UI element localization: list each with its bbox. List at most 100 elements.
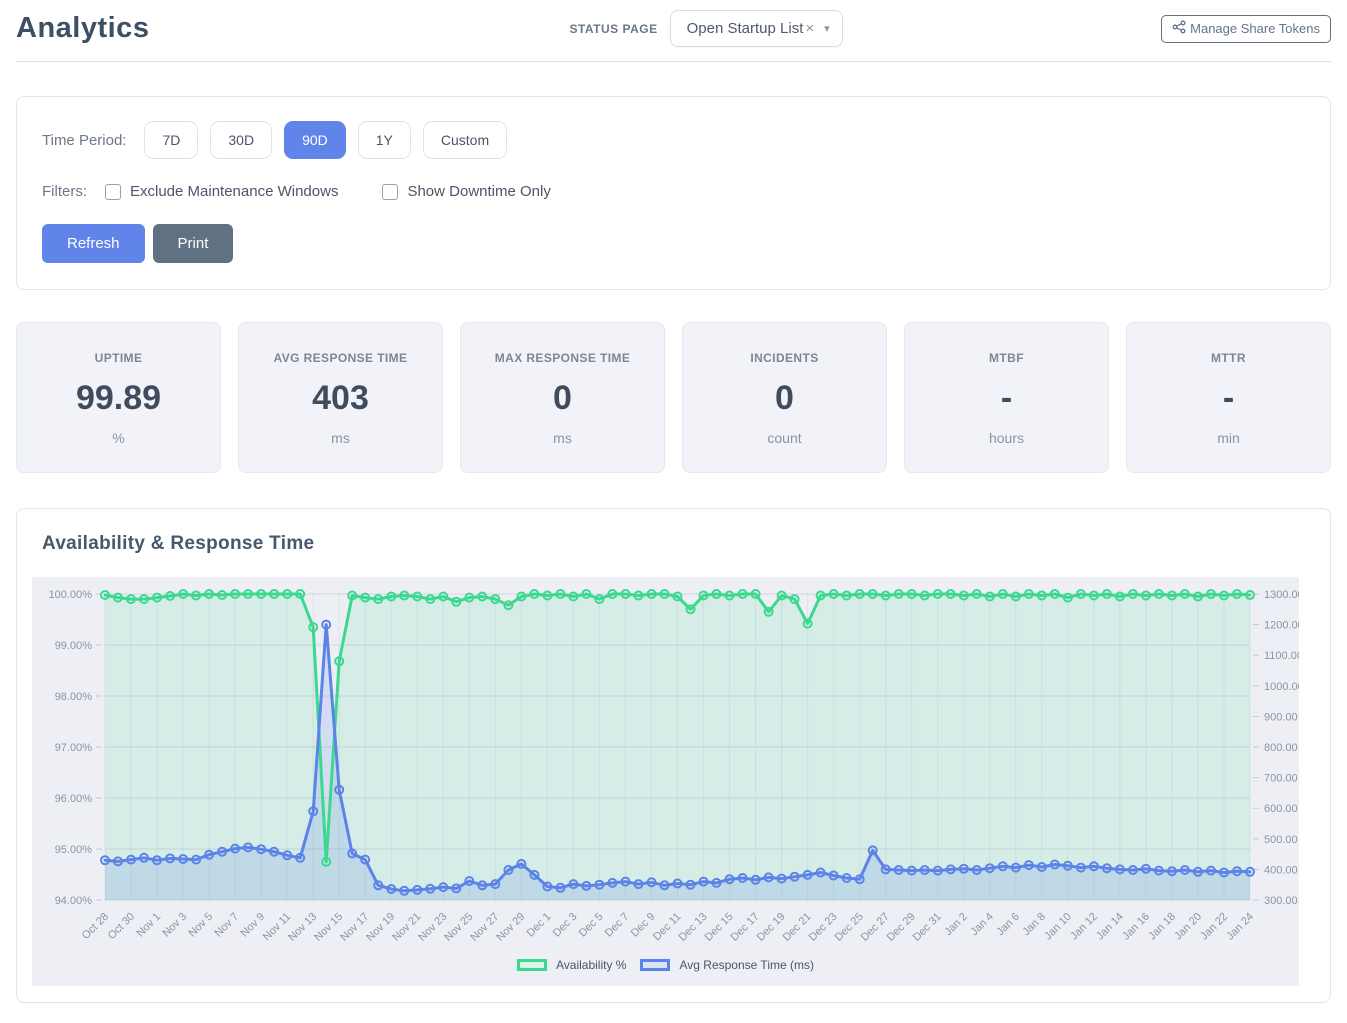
svg-text:Nov 29: Nov 29 — [494, 911, 527, 944]
exclude-maintenance-checkbox[interactable] — [105, 184, 121, 200]
svg-text:94.00%: 94.00% — [55, 895, 93, 907]
filters-row: Filters: Exclude Maintenance Windows Sho… — [42, 183, 1305, 200]
svg-text:900.00: 900.00 — [1264, 711, 1298, 723]
stat-label: MAX RESPONSE TIME — [469, 351, 656, 365]
chevron-down-icon[interactable]: ▾ — [824, 22, 830, 35]
svg-text:1000.00: 1000.00 — [1264, 681, 1299, 693]
stat-label: INCIDENTS — [691, 351, 878, 365]
svg-text:600.00: 600.00 — [1264, 803, 1298, 815]
legend-label: Availability % — [556, 958, 626, 972]
stat-label: MTTR — [1135, 351, 1322, 365]
svg-text:1100.00: 1100.00 — [1264, 650, 1299, 662]
stat-unit: % — [25, 430, 212, 446]
share-icon — [1172, 20, 1186, 37]
svg-text:Jan 4: Jan 4 — [968, 911, 996, 939]
svg-text:Dec 3: Dec 3 — [551, 911, 580, 940]
svg-text:1200.00: 1200.00 — [1264, 620, 1299, 632]
svg-text:Dec 31: Dec 31 — [911, 911, 944, 944]
availability-swatch-icon — [517, 959, 547, 971]
stat-value: 403 — [247, 379, 434, 418]
status-page-selected-value: Open Startup List — [687, 20, 804, 37]
stat-card-mtbf: MTBF - hours — [904, 322, 1109, 473]
svg-text:Nov 3: Nov 3 — [160, 911, 189, 940]
status-page-select[interactable]: Open Startup List × ▾ — [670, 10, 843, 47]
legend-item-availability[interactable]: Availability % — [517, 958, 626, 972]
svg-text:Dec 7: Dec 7 — [603, 911, 632, 940]
period-1y-button[interactable]: 1Y — [358, 121, 411, 159]
svg-text:Jan 2: Jan 2 — [942, 911, 970, 939]
stat-unit: ms — [469, 430, 656, 446]
stat-label: UPTIME — [25, 351, 212, 365]
stat-card-uptime: UPTIME 99.89 % — [16, 322, 221, 473]
svg-text:Jan 18: Jan 18 — [1146, 911, 1178, 943]
svg-text:Jan 10: Jan 10 — [1042, 911, 1074, 943]
period-30d-button[interactable]: 30D — [210, 121, 272, 159]
clear-selection-icon[interactable]: × — [805, 20, 814, 37]
status-page-group: STATUS PAGE Open Startup List × ▾ — [569, 10, 842, 47]
show-downtime-label: Show Downtime Only — [407, 183, 550, 200]
chart-title: Availability & Response Time — [42, 533, 1315, 555]
svg-text:Oct 30: Oct 30 — [106, 911, 137, 942]
actions-row: Refresh Print — [42, 224, 1305, 263]
exclude-maintenance-option[interactable]: Exclude Maintenance Windows — [105, 183, 338, 200]
stat-value: 0 — [469, 379, 656, 418]
stat-value: 99.89 — [25, 379, 212, 418]
stat-card-max-response: MAX RESPONSE TIME 0 ms — [460, 322, 665, 473]
svg-text:99.00%: 99.00% — [55, 640, 93, 652]
stats-row: UPTIME 99.89 % AVG RESPONSE TIME 403 ms … — [16, 322, 1331, 473]
svg-text:700.00: 700.00 — [1264, 773, 1298, 785]
response-time-swatch-icon — [640, 959, 670, 971]
svg-text:Jan 24: Jan 24 — [1224, 911, 1256, 943]
chart-canvas[interactable]: 100.00%99.00%98.00%97.00%96.00%95.00%94.… — [32, 577, 1299, 986]
show-downtime-checkbox[interactable] — [382, 184, 398, 200]
stat-unit: ms — [247, 430, 434, 446]
manage-share-tokens-button[interactable]: Manage Share Tokens — [1161, 15, 1331, 43]
svg-text:Jan 22: Jan 22 — [1198, 911, 1230, 943]
stat-value: - — [913, 379, 1100, 418]
legend-item-response-time[interactable]: Avg Response Time (ms) — [640, 958, 814, 972]
svg-text:Dec 5: Dec 5 — [577, 911, 606, 940]
svg-text:97.00%: 97.00% — [55, 742, 93, 754]
stat-card-mttr: MTTR - min — [1126, 322, 1331, 473]
page-title: Analytics — [16, 12, 149, 45]
svg-text:Nov 1: Nov 1 — [134, 911, 163, 940]
svg-text:300.00: 300.00 — [1264, 895, 1298, 907]
stat-card-incidents: INCIDENTS 0 count — [682, 322, 887, 473]
svg-text:96.00%: 96.00% — [55, 793, 93, 805]
stat-label: AVG RESPONSE TIME — [247, 351, 434, 365]
filters-label: Filters: — [42, 183, 87, 200]
svg-text:Dec 1: Dec 1 — [525, 911, 554, 940]
status-page-label: STATUS PAGE — [569, 22, 657, 36]
chart-panel: Availability & Response Time 100.00% 99.0… — [16, 508, 1331, 1003]
stat-unit: hours — [913, 430, 1100, 446]
svg-text:800.00: 800.00 — [1264, 742, 1298, 754]
svg-text:Jan 16: Jan 16 — [1120, 911, 1152, 943]
refresh-button[interactable]: Refresh — [42, 224, 145, 263]
manage-share-tokens-label: Manage Share Tokens — [1190, 21, 1320, 36]
period-90d-button[interactable]: 90D — [284, 121, 346, 159]
exclude-maintenance-label: Exclude Maintenance Windows — [130, 183, 338, 200]
svg-text:Nov 5: Nov 5 — [186, 911, 215, 940]
period-7d-button[interactable]: 7D — [144, 121, 198, 159]
svg-text:500.00: 500.00 — [1264, 834, 1298, 846]
svg-text:Jan 14: Jan 14 — [1094, 911, 1126, 943]
svg-text:98.00%: 98.00% — [55, 691, 93, 703]
print-button[interactable]: Print — [153, 224, 234, 263]
svg-text:Oct 28: Oct 28 — [80, 911, 111, 942]
stat-card-avg-response: AVG RESPONSE TIME 403 ms — [238, 322, 443, 473]
time-period-label: Time Period: — [42, 132, 126, 149]
stat-unit: min — [1135, 430, 1322, 446]
svg-text:1300.00: 1300.00 — [1264, 589, 1299, 601]
availability-response-chart[interactable]: 100.00%99.00%98.00%97.00%96.00%95.00%94.… — [32, 577, 1299, 949]
stat-unit: count — [691, 430, 878, 446]
period-custom-button[interactable]: Custom — [423, 121, 507, 159]
stat-value: - — [1135, 379, 1322, 418]
svg-text:Jan 20: Jan 20 — [1172, 911, 1204, 943]
filter-panel: Time Period: 7D 30D 90D 1Y Custom Filter… — [16, 96, 1331, 290]
show-downtime-option[interactable]: Show Downtime Only — [382, 183, 550, 200]
header-divider — [16, 61, 1331, 62]
svg-text:Jan 6: Jan 6 — [994, 911, 1022, 939]
svg-text:100.00%: 100.00% — [49, 589, 93, 601]
stat-value: 0 — [691, 379, 878, 418]
svg-text:400.00: 400.00 — [1264, 864, 1298, 876]
